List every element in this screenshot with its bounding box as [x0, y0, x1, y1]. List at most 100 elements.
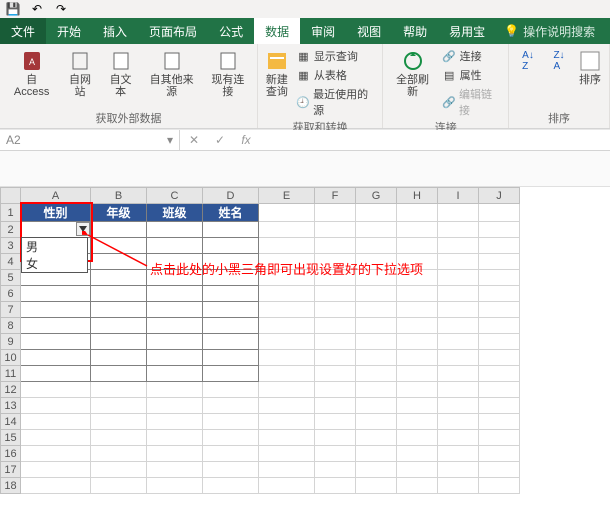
cell[interactable]: [203, 446, 259, 462]
cell[interactable]: [438, 222, 479, 238]
cell[interactable]: [315, 398, 356, 414]
col-header[interactable]: E: [259, 188, 315, 204]
cell[interactable]: [438, 430, 479, 446]
cell[interactable]: [479, 334, 520, 350]
cell[interactable]: [397, 382, 438, 398]
cell[interactable]: [479, 478, 520, 494]
cell[interactable]: [147, 462, 203, 478]
cell[interactable]: [147, 478, 203, 494]
cell[interactable]: [479, 318, 520, 334]
cell[interactable]: [21, 366, 91, 382]
cancel-formula-button[interactable]: ✕: [184, 133, 204, 147]
cell[interactable]: [203, 398, 259, 414]
cell[interactable]: [479, 398, 520, 414]
cell[interactable]: [315, 238, 356, 254]
cell[interactable]: [397, 334, 438, 350]
col-header[interactable]: J: [479, 188, 520, 204]
col-header[interactable]: C: [147, 188, 203, 204]
cell[interactable]: [259, 446, 315, 462]
properties-button[interactable]: ▤属性: [440, 66, 503, 84]
row-header[interactable]: 18: [1, 478, 21, 494]
row-header[interactable]: 9: [1, 334, 21, 350]
cell[interactable]: [21, 286, 91, 302]
cell[interactable]: [91, 430, 147, 446]
cell[interactable]: [315, 286, 356, 302]
cell[interactable]: [315, 430, 356, 446]
cell[interactable]: [91, 478, 147, 494]
row-header[interactable]: 14: [1, 414, 21, 430]
cell[interactable]: [315, 462, 356, 478]
cell[interactable]: [21, 414, 91, 430]
cell[interactable]: [479, 286, 520, 302]
cell[interactable]: [91, 222, 147, 238]
cell[interactable]: [147, 430, 203, 446]
cell[interactable]: [315, 334, 356, 350]
cell[interactable]: [356, 334, 397, 350]
cell[interactable]: [397, 446, 438, 462]
from-web-button[interactable]: 自网站: [61, 47, 99, 100]
cell[interactable]: [356, 350, 397, 366]
cell[interactable]: [397, 318, 438, 334]
cell[interactable]: [91, 238, 147, 254]
cell[interactable]: [438, 270, 479, 286]
cell[interactable]: [259, 398, 315, 414]
cell[interactable]: [147, 446, 203, 462]
cell[interactable]: [397, 350, 438, 366]
from-text-button[interactable]: 自文本: [102, 47, 140, 100]
cell[interactable]: [315, 318, 356, 334]
save-icon[interactable]: 💾: [6, 2, 20, 16]
cell[interactable]: [479, 446, 520, 462]
undo-icon[interactable]: ↶: [30, 2, 44, 16]
cell[interactable]: [259, 478, 315, 494]
col-header[interactable]: A: [21, 188, 91, 204]
cell[interactable]: [259, 414, 315, 430]
cell[interactable]: [479, 430, 520, 446]
row-header[interactable]: 1: [1, 204, 21, 222]
cell[interactable]: [397, 302, 438, 318]
row-header[interactable]: 8: [1, 318, 21, 334]
enter-formula-button[interactable]: ✓: [210, 133, 230, 147]
col-header[interactable]: I: [438, 188, 479, 204]
row-header[interactable]: 15: [1, 430, 21, 446]
cell[interactable]: [315, 414, 356, 430]
cell[interactable]: [438, 478, 479, 494]
cell[interactable]: [259, 238, 315, 254]
cell[interactable]: [479, 462, 520, 478]
cell[interactable]: [203, 334, 259, 350]
col-header[interactable]: B: [91, 188, 147, 204]
cell[interactable]: 年级: [91, 204, 147, 222]
cell[interactable]: [203, 430, 259, 446]
cell[interactable]: [438, 382, 479, 398]
cell[interactable]: [438, 446, 479, 462]
cell[interactable]: [21, 302, 91, 318]
cell[interactable]: [91, 398, 147, 414]
new-query-button[interactable]: 新建 查询: [263, 47, 291, 100]
chevron-down-icon[interactable]: ▾: [167, 133, 173, 147]
cell[interactable]: [21, 334, 91, 350]
row-header[interactable]: 13: [1, 398, 21, 414]
tab-view[interactable]: 视图: [346, 18, 392, 44]
cell[interactable]: [203, 350, 259, 366]
cell[interactable]: [147, 398, 203, 414]
row-header[interactable]: 7: [1, 302, 21, 318]
cell[interactable]: [397, 462, 438, 478]
cell[interactable]: [21, 462, 91, 478]
row-header[interactable]: 11: [1, 366, 21, 382]
tab-home[interactable]: 开始: [46, 18, 92, 44]
cell[interactable]: [479, 254, 520, 270]
cell[interactable]: [147, 350, 203, 366]
cell[interactable]: [91, 366, 147, 382]
cell[interactable]: [479, 222, 520, 238]
cell[interactable]: [356, 286, 397, 302]
cell[interactable]: [438, 302, 479, 318]
cell[interactable]: [259, 222, 315, 238]
row-header[interactable]: 12: [1, 382, 21, 398]
row-header[interactable]: 6: [1, 286, 21, 302]
cell[interactable]: 性别: [21, 204, 91, 222]
cell[interactable]: [259, 430, 315, 446]
connections-button[interactable]: 🔗连接: [440, 47, 503, 65]
cell[interactable]: [438, 334, 479, 350]
cell[interactable]: [91, 334, 147, 350]
cell[interactable]: [397, 366, 438, 382]
cell[interactable]: [315, 366, 356, 382]
